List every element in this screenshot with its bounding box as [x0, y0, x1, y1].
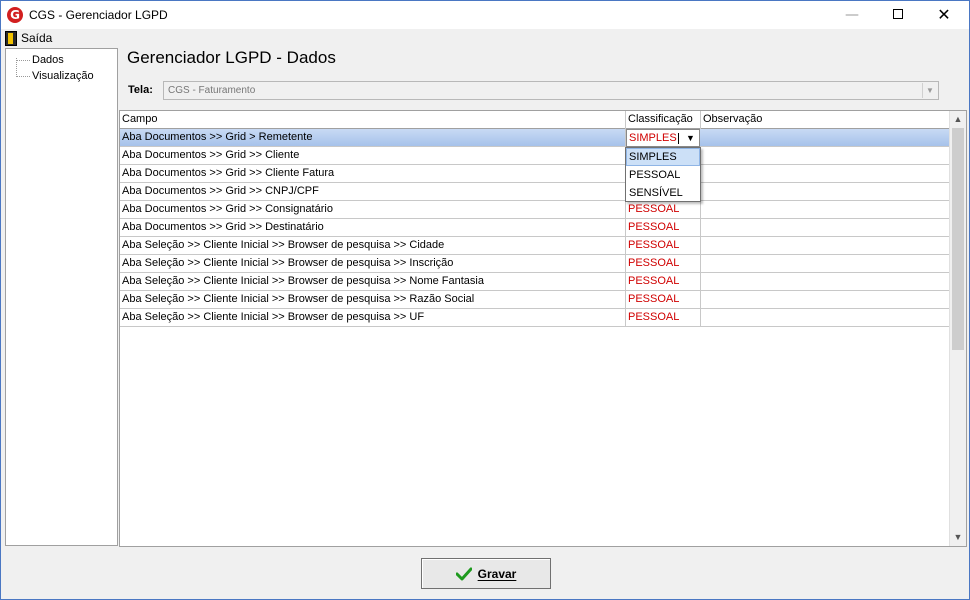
cell-campo[interactable]: Aba Documentos >> Grid >> Cliente Fatura — [120, 165, 626, 183]
cell-classificacao[interactable]: PESSOAL — [626, 237, 701, 255]
page-title: Gerenciador LGPD - Dados — [127, 48, 336, 67]
classification-editor-value: SIMPLES — [629, 132, 677, 144]
chevron-down-icon[interactable]: ▼ — [922, 83, 937, 98]
cell-classificacao[interactable]: PESSOAL — [626, 219, 701, 237]
cell-observacao[interactable] — [701, 309, 950, 327]
cell-campo[interactable]: Aba Documentos >> Grid > Remetente — [120, 129, 626, 147]
cell-observacao[interactable] — [701, 273, 950, 291]
check-icon — [455, 567, 472, 580]
cell-observacao[interactable] — [701, 183, 950, 201]
table-row[interactable]: Aba Seleção >> Cliente Inicial >> Browse… — [120, 273, 950, 291]
column-header-observacao[interactable]: Observação — [701, 111, 950, 129]
app-logo-icon: G — [7, 7, 23, 23]
table-row[interactable]: Aba Documentos >> Grid >> Consignatário P… — [120, 201, 950, 219]
classification-editor[interactable]: SIMPLES ▼ — [626, 129, 700, 147]
table-row[interactable]: Aba Seleção >> Cliente Inicial >> Browse… — [120, 237, 950, 255]
cell-observacao[interactable] — [701, 201, 950, 219]
cell-campo[interactable]: Aba Documentos >> Grid >> Consignatário — [120, 201, 626, 219]
tela-select-value: CGS - Faturamento — [168, 85, 256, 96]
dropdown-option[interactable]: SENSÍVEL — [626, 184, 700, 202]
table-row[interactable]: Aba Documentos >> Grid >> Cliente — [120, 147, 950, 165]
cell-observacao[interactable] — [701, 219, 950, 237]
grid-header: Campo Classificação Observação — [120, 111, 950, 129]
cell-classificacao[interactable]: PESSOAL — [626, 309, 701, 327]
tree-item-label: Dados — [32, 54, 64, 66]
cell-classificacao[interactable]: PESSOAL — [626, 255, 701, 273]
cell-observacao[interactable] — [701, 147, 950, 165]
cell-campo[interactable]: Aba Seleção >> Cliente Inicial >> Browse… — [120, 255, 626, 273]
title-bar[interactable]: G CGS - Gerenciador LGPD — ✕ — [1, 1, 969, 29]
navigation-tree: Dados Visualização — [5, 48, 118, 546]
classification-dropdown: SIMPLES PESSOAL SENSÍVEL — [625, 147, 701, 202]
cell-classificacao[interactable]: PESSOAL — [626, 201, 701, 219]
cell-campo[interactable]: Aba Documentos >> Grid >> Cliente — [120, 147, 626, 165]
column-header-campo[interactable]: Campo — [120, 111, 626, 129]
maximize-icon — [893, 9, 903, 19]
menu-item-exit-label: Saída — [21, 31, 53, 45]
table-row[interactable]: Aba Documentos >> Grid >> Cliente Fatura — [120, 165, 950, 183]
table-row[interactable]: Aba Documentos >> Grid >> CNPJ/CPF — [120, 183, 950, 201]
cell-campo[interactable]: Aba Seleção >> Cliente Inicial >> Browse… — [120, 291, 626, 309]
chevron-down-icon[interactable]: ▼ — [682, 130, 699, 146]
table-row[interactable]: Aba Documentos >> Grid > Remetente SIMPLE… — [120, 129, 950, 147]
cell-campo[interactable]: Aba Seleção >> Cliente Inicial >> Browse… — [120, 273, 626, 291]
cell-observacao[interactable] — [701, 291, 950, 309]
maximize-button[interactable] — [875, 1, 921, 29]
tree-connector — [16, 75, 30, 77]
cell-campo[interactable]: Aba Seleção >> Cliente Inicial >> Browse… — [120, 237, 626, 255]
scroll-up-icon[interactable]: ▲ — [950, 111, 966, 128]
cell-classificacao[interactable]: PESSOAL — [626, 291, 701, 309]
menu-bar: Saída — [1, 29, 969, 47]
table-row[interactable]: Aba Documentos >> Grid >> Destinatário PE… — [120, 219, 950, 237]
exit-door-icon — [5, 30, 17, 46]
minimize-button[interactable]: — — [829, 1, 875, 29]
cell-classificacao[interactable]: PESSOAL — [626, 273, 701, 291]
cell-campo[interactable]: Aba Seleção >> Cliente Inicial >> Browse… — [120, 309, 626, 327]
cell-observacao[interactable] — [701, 165, 950, 183]
tela-select[interactable]: CGS - Faturamento ▼ — [163, 81, 939, 100]
dropdown-option[interactable]: PESSOAL — [626, 166, 700, 184]
cell-observacao[interactable] — [701, 255, 950, 273]
menu-item-exit[interactable]: Saída — [5, 30, 52, 46]
column-header-classificacao[interactable]: Classificação — [626, 111, 701, 129]
scroll-thumb[interactable] — [952, 128, 964, 350]
table-row[interactable]: Aba Seleção >> Cliente Inicial >> Browse… — [120, 309, 950, 327]
window-title: CGS - Gerenciador LGPD — [29, 8, 168, 22]
table-row[interactable]: Aba Seleção >> Cliente Inicial >> Browse… — [120, 255, 950, 273]
dropdown-option[interactable]: SIMPLES — [626, 148, 700, 166]
save-button[interactable]: Gravar — [421, 558, 551, 589]
cell-campo[interactable]: Aba Documentos >> Grid >> CNPJ/CPF — [120, 183, 626, 201]
close-button[interactable]: ✕ — [921, 1, 967, 29]
cell-campo[interactable]: Aba Documentos >> Grid >> Destinatário — [120, 219, 626, 237]
cell-observacao[interactable] — [701, 129, 950, 147]
tree-item-visualizacao[interactable]: Visualização — [6, 68, 94, 84]
tela-label: Tela: — [128, 84, 153, 96]
cell-observacao[interactable] — [701, 237, 950, 255]
data-grid: Campo Classificação Observação Aba Docum… — [119, 110, 967, 547]
save-button-label: Gravar — [477, 566, 517, 581]
text-caret — [678, 133, 679, 144]
tree-item-label: Visualização — [32, 70, 94, 82]
vertical-scrollbar[interactable]: ▲ ▼ — [949, 111, 966, 546]
tree-item-dados[interactable]: Dados — [6, 52, 64, 68]
tree-connector — [16, 59, 30, 61]
scroll-down-icon[interactable]: ▼ — [950, 529, 966, 546]
app-window: G CGS - Gerenciador LGPD — ✕ Saída Dados… — [0, 0, 970, 600]
table-row[interactable]: Aba Seleção >> Cliente Inicial >> Browse… — [120, 291, 950, 309]
